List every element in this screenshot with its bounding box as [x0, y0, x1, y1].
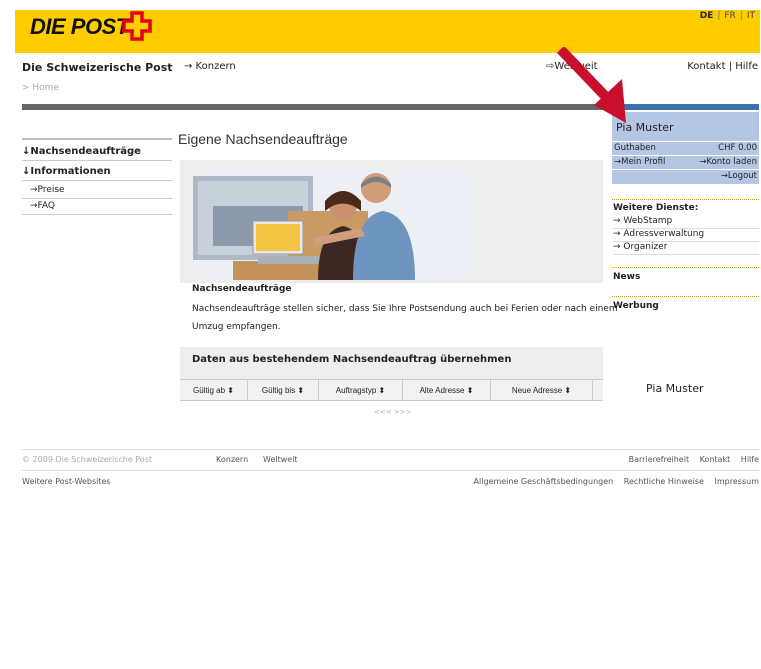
footer-impressum-link[interactable]: Impressum	[715, 477, 759, 486]
nav-right-links: Kontakt | Hilfe	[687, 61, 758, 72]
lang-it[interactable]: IT	[747, 11, 755, 21]
nav-konzern-link[interactable]: → Konzern	[184, 61, 236, 72]
footer-more-sites-link[interactable]: Weitere Post-Websites	[22, 477, 111, 486]
th-neue-adresse[interactable]: Neue Adresse ⬍	[491, 380, 593, 400]
news-title: News	[613, 272, 641, 282]
bottom-user-name: Pia Muster	[646, 382, 704, 395]
section-text-line-1: Nachsendeaufträge stellen sicher, dass S…	[192, 304, 618, 314]
footer-agb-link[interactable]: Allgemeine Geschäftsbedingungen	[474, 477, 614, 486]
th-auftragstyp[interactable]: Auftragstyp ⬍	[319, 380, 403, 400]
footer-right-links: Barrierefreiheit Kontakt Hilfe	[629, 455, 759, 464]
guthaben-label: Guthaben	[614, 143, 656, 153]
language-switcher: DE | FR | IT	[699, 11, 755, 21]
lang-de[interactable]: DE	[700, 11, 714, 21]
profile-row: →Mein Profil →Konto laden	[612, 155, 759, 169]
lang-fr[interactable]: FR	[724, 11, 735, 21]
footer-konzern-link[interactable]: Konzern	[216, 455, 248, 464]
user-divider-bar	[612, 104, 759, 110]
left-nav-nachsendeauftraege[interactable]: ↓Nachsendeaufträge	[22, 143, 172, 161]
service-webstamp-link[interactable]: → WebStamp	[613, 216, 759, 229]
service-adressverwaltung-link[interactable]: → Adressverwaltung	[613, 229, 759, 242]
swiss-cross-logo-icon	[122, 11, 152, 41]
footer-copyright: © 2009 Die Schweizerische Post	[22, 455, 152, 464]
footer-kontakt-link[interactable]: Kontakt	[700, 455, 731, 464]
dotted-divider	[612, 267, 759, 268]
services-title: Weitere Dienste:	[613, 203, 699, 213]
section-text-line-2: Umzug empfangen.	[192, 322, 281, 332]
nav-kontakt-link[interactable]: Kontakt	[687, 61, 725, 72]
dotted-divider	[612, 199, 759, 200]
pager[interactable]: <<< >>>	[374, 408, 411, 416]
footer-divider	[22, 449, 759, 450]
left-nav-faq[interactable]: →FAQ	[22, 198, 172, 215]
footer-hilfe-link[interactable]: Hilfe	[741, 455, 759, 464]
footer-weltweit-link[interactable]: Weltweit	[263, 455, 298, 464]
left-nav-divider	[22, 138, 172, 140]
th-gueltig-ab[interactable]: Gültig ab ⬍	[180, 380, 248, 400]
left-nav-informationen[interactable]: ↓Informationen	[22, 163, 172, 181]
divider-bar	[22, 104, 612, 110]
breadcrumb[interactable]: > Home	[22, 83, 59, 93]
th-alte-adresse[interactable]: Alte Adresse ⬍	[403, 380, 491, 400]
guthaben-value: CHF 0.00	[718, 143, 757, 153]
mein-profil-link[interactable]: →Mein Profil	[614, 157, 665, 167]
th-gueltig-bis[interactable]: Gültig bis ⬍	[248, 380, 319, 400]
left-nav-preise[interactable]: →Preise	[22, 182, 172, 199]
dotted-divider	[612, 296, 759, 297]
werbung-title: Werbung	[613, 301, 659, 311]
site-name[interactable]: Die Schweizerische Post	[22, 61, 173, 74]
orders-table-header: Gültig ab ⬍ Gültig bis ⬍ Auftragstyp ⬍ A…	[180, 379, 603, 401]
page-title: Eigene Nachsendeaufträge	[178, 131, 348, 147]
footer-rechtliche-link[interactable]: Rechtliche Hinweise	[624, 477, 704, 486]
section-title: Nachsendeaufträge	[192, 284, 292, 294]
footer-divider	[22, 470, 759, 471]
footer-legal-links: Allgemeine Geschäftsbedingungen Rechtlic…	[474, 477, 759, 486]
photo-illustration	[193, 166, 474, 280]
nav-hilfe-link[interactable]: Hilfe	[735, 61, 758, 72]
couple-with-laptop-photo	[193, 166, 474, 280]
takeover-title: Daten aus bestehendem Nachsendeauftrag ü…	[192, 354, 512, 365]
logout-link[interactable]: →Logout	[721, 171, 757, 181]
post-logo[interactable]: DIE POST	[30, 14, 129, 40]
service-organizer-link[interactable]: → Organizer	[613, 242, 759, 255]
konto-laden-link[interactable]: →Konto laden	[699, 157, 757, 167]
guthaben-row: Guthaben CHF 0.00	[612, 141, 759, 155]
footer-barrierefreiheit-link[interactable]: Barrierefreiheit	[629, 455, 689, 464]
red-arrow-icon	[556, 47, 626, 123]
logout-row: →Logout	[612, 169, 759, 183]
